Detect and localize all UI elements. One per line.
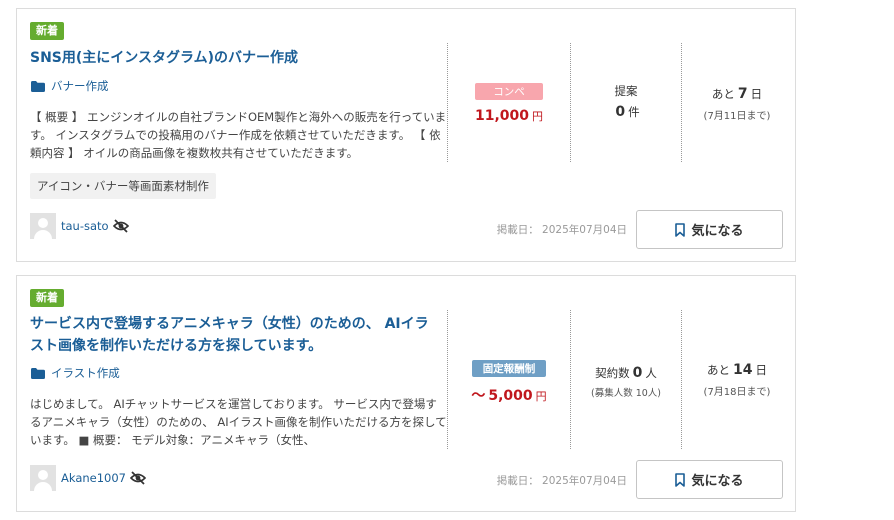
- price-value: 5,000: [488, 388, 533, 404]
- price-column: 固定報酬制 ～ 5,000 円: [448, 357, 570, 405]
- remain-prefix: あと: [707, 363, 730, 377]
- eye-slash-icon: [130, 471, 147, 485]
- deadline-date: (7月18日まで): [703, 387, 771, 398]
- contract-unit: 人: [645, 366, 657, 380]
- compe-badge: コンペ: [475, 83, 543, 100]
- deadline-column: あと 14 日 (7月18日まで): [682, 359, 792, 398]
- folder-icon: [31, 367, 45, 379]
- deadline-column: あと 7 日 (7月11日まで): [682, 83, 792, 122]
- fixed-fee-badge: 固定報酬制: [472, 360, 546, 377]
- posted-date: 掲載日： 2025年07月04日: [496, 475, 627, 487]
- eye-slash-icon: [112, 219, 129, 233]
- contract-column: 契約数 0 人 (募集人数 10人): [571, 362, 681, 399]
- client-user: tau-sato: [30, 213, 129, 239]
- remain-prefix: あと: [711, 87, 735, 101]
- remain-unit: 日: [755, 363, 767, 377]
- bookmark-icon: [675, 472, 686, 487]
- job-card: 新着 サービス内で登場するアニメキャラ（女性）のための、 AIイラスト画像を制作…: [16, 275, 796, 512]
- proposal-label: 提案: [614, 84, 638, 98]
- new-badge: 新着: [30, 289, 64, 307]
- avatar[interactable]: [30, 213, 56, 239]
- job-title[interactable]: SNS用(主にインスタグラム)のバナー作成: [30, 47, 440, 69]
- price-unit: 円: [535, 390, 547, 403]
- skill-tag[interactable]: アイコン・バナー等画面素材制作: [30, 173, 216, 199]
- category-label: バナー作成: [51, 79, 109, 93]
- category-label: イラスト作成: [51, 366, 120, 380]
- remain-days: 7: [737, 86, 748, 102]
- price: ～ 5,000 円: [448, 385, 570, 405]
- price-unit: 円: [532, 110, 544, 123]
- job-card: 新着 SNS用(主にインスタグラム)のバナー作成 バナー作成 【 概要 】 エン…: [16, 8, 796, 262]
- job-category[interactable]: バナー作成: [31, 78, 109, 94]
- contract-count: 0: [632, 365, 643, 381]
- folder-icon: [31, 80, 45, 92]
- favorite-button[interactable]: 気になる: [636, 460, 783, 499]
- favorite-button[interactable]: 気になる: [636, 210, 783, 249]
- favorite-label: 気になる: [691, 224, 744, 239]
- client-user: Akane1007: [30, 465, 147, 491]
- job-category[interactable]: イラスト作成: [31, 365, 120, 381]
- remain-days: 14: [733, 362, 753, 378]
- recruit-count: (募集人数 10人): [590, 388, 662, 399]
- price-value: 11,000: [474, 108, 530, 124]
- proposal-count: 0: [615, 104, 626, 120]
- client-name[interactable]: Akane1007: [61, 471, 126, 485]
- proposal-column: 提案 0件: [571, 83, 681, 120]
- favorite-label: 気になる: [691, 474, 744, 489]
- avatar[interactable]: [30, 465, 56, 491]
- posted-date: 掲載日： 2025年07月04日: [496, 224, 627, 236]
- job-description: はじめまして。 AIチャットサービスを運営しております。 サービス内で登場するア…: [30, 397, 447, 447]
- price: 11,000 円: [448, 108, 570, 124]
- contract-label: 契約数: [595, 366, 630, 380]
- price-column: コンペ 11,000 円: [448, 80, 570, 124]
- proposal-unit: 件: [628, 105, 640, 119]
- price-prefix: ～: [471, 388, 486, 404]
- client-name[interactable]: tau-sato: [61, 219, 109, 233]
- new-badge: 新着: [30, 22, 64, 40]
- job-description: 【 概要 】 エンジンオイルの自社ブランドOEM製作と海外への販売を行っています…: [30, 110, 447, 160]
- bookmark-icon: [675, 222, 686, 237]
- remain-unit: 日: [750, 87, 763, 101]
- job-title[interactable]: サービス内で登場するアニメキャラ（女性）のための、 AIイラスト画像を制作いただ…: [30, 313, 440, 357]
- deadline-date: (7月11日まで): [703, 111, 771, 122]
